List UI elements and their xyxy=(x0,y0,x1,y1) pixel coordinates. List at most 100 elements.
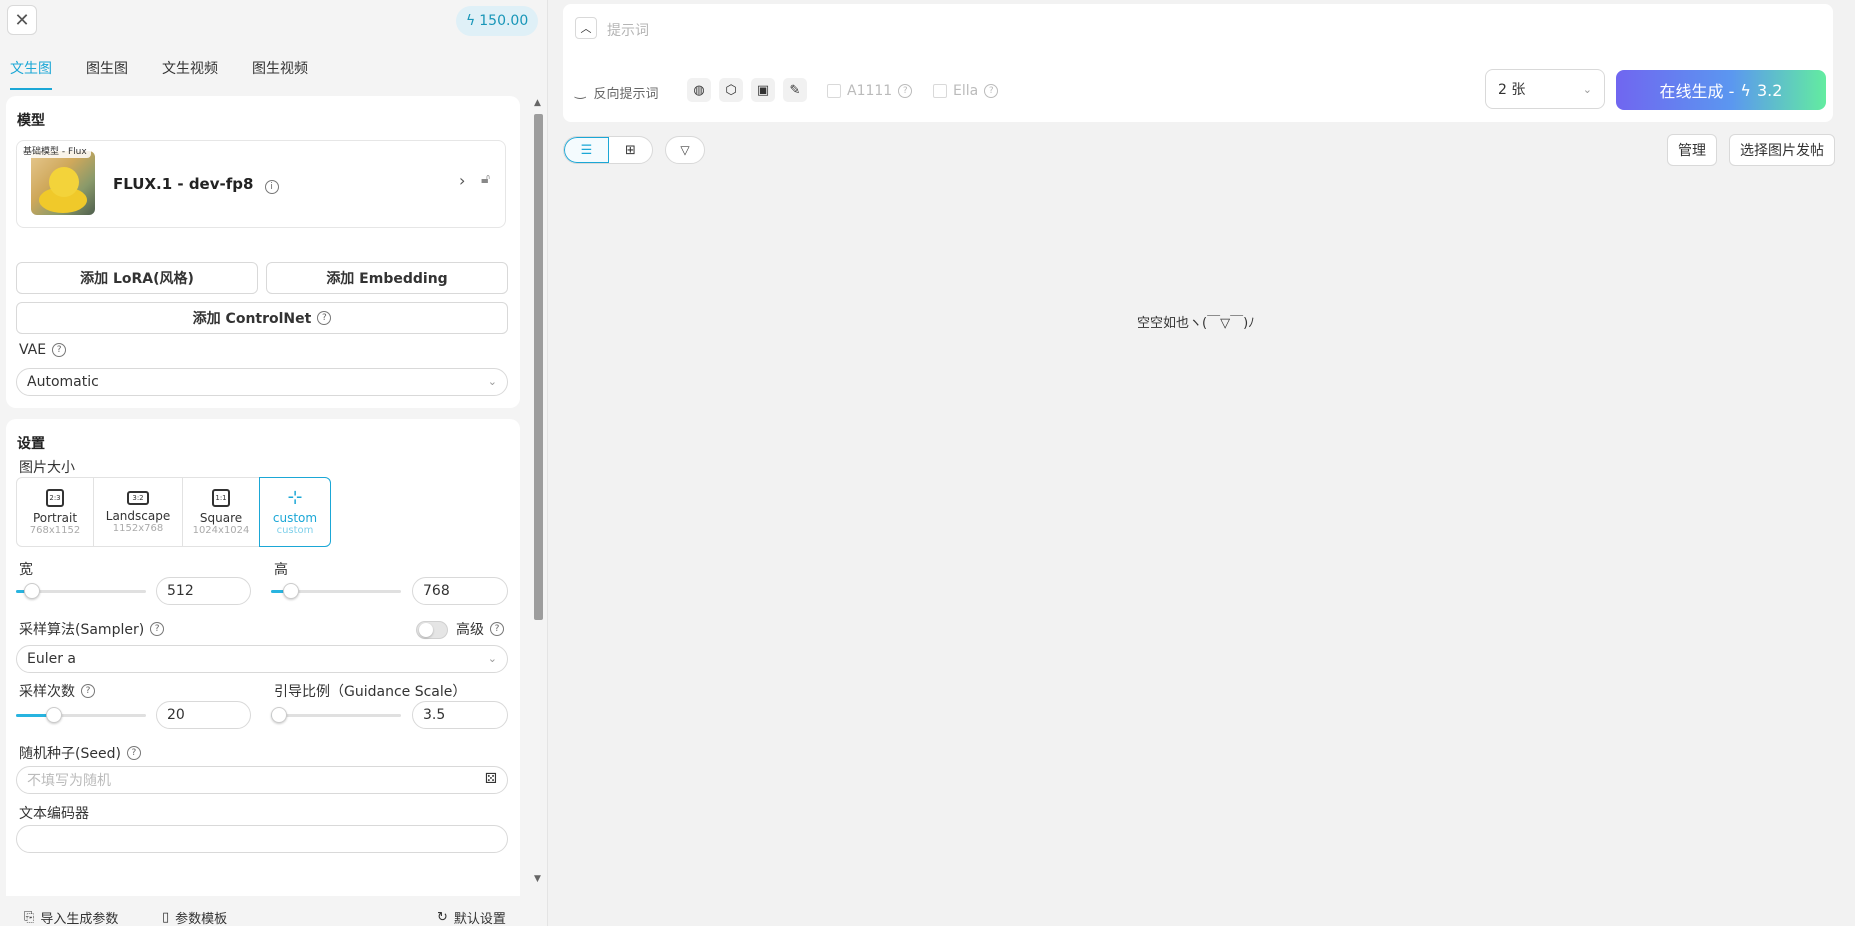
close-icon: ✕ xyxy=(14,9,30,31)
advanced-label: 高级 ? xyxy=(456,619,504,639)
scrollbar-thumb[interactable] xyxy=(534,114,543,620)
settings-section-title: 设置 xyxy=(17,436,45,452)
collapse-button[interactable]: ︿ xyxy=(575,17,597,39)
lightning-icon: ϟ xyxy=(466,13,476,29)
guidance-label: 引导比例（Guidance Scale） xyxy=(274,684,467,700)
seed-input[interactable]: 不填写为随机 ⚄ xyxy=(16,766,508,794)
checkbox-box[interactable] xyxy=(827,84,841,98)
tab-image-to-video[interactable]: 图生视频 xyxy=(242,52,318,86)
default-settings-button[interactable]: ↻ 默认设置 xyxy=(437,908,506,926)
lock-icon[interactable]: 🔓︎ xyxy=(481,171,490,187)
size-option-landscape[interactable]: 3:2 Landscape 1152x768 xyxy=(93,477,183,547)
size-dimensions: 1152x768 xyxy=(112,522,164,534)
ella-checkbox[interactable]: Ella ? xyxy=(933,83,999,99)
size-name: Portrait xyxy=(32,510,78,525)
left-panel: ✕ ϟ 150.00 文生图 图生图 文生视频 图生视频 模型 基础模型 - F… xyxy=(0,0,548,926)
negative-prompt-toggle[interactable]: ‿ 反向提示词 xyxy=(575,83,658,102)
prompt-input[interactable]: 提示词 xyxy=(607,20,649,40)
generate-button[interactable]: 在线生成 - ϟ 3.2 xyxy=(1616,70,1826,110)
height-slider[interactable] xyxy=(271,581,401,601)
help-icon[interactable]: ? xyxy=(52,343,67,357)
image-size-group: 2:3 Portrait 768x1152 3:2 Landscape 1152… xyxy=(16,477,332,547)
size-option-square[interactable]: 1:1 Square 1024x1024 xyxy=(182,477,260,547)
a1111-checkbox[interactable]: A1111 ? xyxy=(827,83,913,99)
grid-view-button[interactable]: ⊞ xyxy=(609,137,652,163)
left-scrollbar[interactable]: ▲ ▼ xyxy=(532,96,544,888)
text-encoder-select[interactable] xyxy=(16,825,508,853)
param-template-button[interactable]: ▯ 参数模板 xyxy=(162,908,227,926)
filter-button[interactable]: ▽ xyxy=(665,136,705,164)
list-icon: ☰ xyxy=(580,142,593,158)
help-icon[interactable]: ? xyxy=(490,622,504,636)
book-icon: ▯ xyxy=(162,909,170,925)
advanced-toggle[interactable] xyxy=(416,621,448,639)
height-input[interactable]: 768 xyxy=(412,577,508,605)
globe-icon[interactable]: ◍ xyxy=(687,78,711,102)
magic-wand-icon[interactable]: ✎ xyxy=(783,78,807,102)
add-controlnet-label: 添加 ControlNet xyxy=(192,311,312,327)
add-embedding-button[interactable]: 添加 Embedding xyxy=(266,262,508,294)
model-selector[interactable]: 基础模型 - Flux FLUX.1 - dev-fp8 i › 🔓︎ xyxy=(16,140,506,228)
ella-label: Ella xyxy=(953,83,979,99)
size-name: Landscape xyxy=(105,508,171,523)
dice-icon[interactable]: ⚄ xyxy=(485,771,497,787)
close-button[interactable]: ✕ xyxy=(7,5,37,35)
eye-closed-icon: ‿ xyxy=(575,85,586,100)
size-dimensions: custom xyxy=(276,524,314,536)
tab-text-to-image[interactable]: 文生图 xyxy=(0,52,62,90)
prompt-card: ︿ 提示词 ‿ 反向提示词 ◍ ⬡ ▣ ✎ A1111 ? Ella ? 2 张… xyxy=(563,4,1833,122)
scroll-down-icon[interactable]: ▼ xyxy=(534,874,541,884)
vae-select[interactable]: Automatic ⌄ xyxy=(16,368,508,396)
chevron-right-icon[interactable]: › xyxy=(459,171,465,190)
image-icon[interactable]: ▣ xyxy=(751,78,775,102)
chevron-down-icon: ⌄ xyxy=(487,375,497,388)
right-panel: ︿ 提示词 ‿ 反向提示词 ◍ ⬡ ▣ ✎ A1111 ? Ella ? 2 张… xyxy=(549,0,1855,926)
manage-button[interactable]: 管理 xyxy=(1667,134,1717,166)
model-tag: 基础模型 - Flux xyxy=(19,143,91,158)
help-icon[interactable]: ? xyxy=(150,622,165,636)
add-lora-button[interactable]: 添加 LoRA(风格) xyxy=(16,262,258,294)
text-encoder-label: 文本编码器 xyxy=(19,806,89,822)
list-view-button[interactable]: ☰ xyxy=(564,137,609,163)
checkbox-box[interactable] xyxy=(933,84,947,98)
add-controlnet-button[interactable]: 添加 ControlNet ? xyxy=(16,302,508,334)
default-settings-label: 默认设置 xyxy=(453,911,506,926)
settings-card: 设置 图片大小 2:3 Portrait 768x1152 3:2 Landsc… xyxy=(6,419,520,896)
scroll-up-icon[interactable]: ▲ xyxy=(534,98,541,108)
lightning-icon: ϟ xyxy=(1740,80,1751,100)
a1111-label: A1111 xyxy=(847,83,893,99)
help-icon[interactable]: ? xyxy=(317,311,332,325)
post-images-button[interactable]: 选择图片发帖 xyxy=(1729,134,1835,166)
steps-slider[interactable] xyxy=(16,705,146,725)
size-option-portrait[interactable]: 2:3 Portrait 768x1152 xyxy=(16,477,94,547)
help-icon[interactable]: ? xyxy=(898,84,913,98)
portrait-ratio-icon: 2:3 xyxy=(46,488,64,507)
sampler-select[interactable]: Euler a ⌄ xyxy=(16,645,508,673)
steps-label: 采样次数 ? xyxy=(19,681,95,701)
import-params-button[interactable]: ⎘ 导入生成参数 xyxy=(24,908,118,926)
steps-input[interactable]: 20 xyxy=(156,701,251,729)
negative-prompt-label: 反向提示词 xyxy=(593,87,659,102)
size-dimensions: 768x1152 xyxy=(29,524,81,536)
vae-value: Automatic xyxy=(27,374,99,390)
cube-icon[interactable]: ⬡ xyxy=(719,78,743,102)
height-label: 高 xyxy=(274,562,288,578)
help-icon[interactable]: ? xyxy=(126,746,141,760)
help-icon[interactable]: ? xyxy=(984,84,999,98)
tab-image-to-image[interactable]: 图生图 xyxy=(76,52,138,86)
settings-scroll-area: 模型 基础模型 - Flux FLUX.1 - dev-fp8 i › 🔓︎ 添… xyxy=(0,96,528,896)
guidance-input[interactable]: 3.5 xyxy=(412,701,508,729)
tab-text-to-video[interactable]: 文生视频 xyxy=(152,52,228,86)
guidance-slider[interactable] xyxy=(271,705,401,725)
seed-label: 随机种子(Seed) ? xyxy=(19,743,141,763)
sampler-label: 采样算法(Sampler) ? xyxy=(19,619,165,639)
sampler-value: Euler a xyxy=(27,651,77,667)
image-count-select[interactable]: 2 张 ⌄ xyxy=(1485,69,1605,109)
landscape-ratio-icon: 3:2 xyxy=(127,490,149,505)
info-icon[interactable]: i xyxy=(264,180,279,194)
model-name: FLUX.1 - dev-fp8 i xyxy=(113,175,279,194)
width-slider[interactable] xyxy=(16,581,146,601)
width-input[interactable]: 512 xyxy=(156,577,251,605)
size-option-custom[interactable]: ⊹ custom custom xyxy=(259,477,331,547)
help-icon[interactable]: ? xyxy=(81,684,95,698)
